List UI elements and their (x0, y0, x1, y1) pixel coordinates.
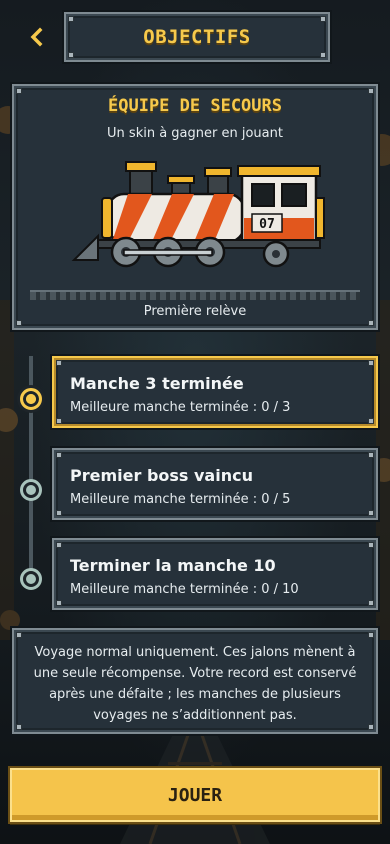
play-button-label: JOUER (167, 784, 223, 806)
milestone-title: Manche 3 terminée (70, 374, 244, 393)
milestone-node-3 (20, 568, 42, 590)
milestone-progress: Meilleure manche terminée : 0 / 5 (70, 492, 291, 507)
milestone-progress: Meilleure manche terminée : 0 / 3 (70, 400, 291, 415)
play-button[interactable]: JOUER (8, 766, 382, 824)
milestone-progress: Meilleure manche terminée : 0 / 10 (70, 582, 299, 597)
locomotive-number: 07 (259, 217, 275, 232)
title-plate: OBJECTIFS (62, 10, 332, 64)
reward-caption: Première relève (143, 304, 247, 319)
reward-subtitle: Un skin à gagner en jouant (107, 126, 283, 141)
page-title: OBJECTIFS (143, 26, 251, 48)
milestone-card-2[interactable]: Premier boss vaincu Meilleure manche ter… (50, 446, 380, 522)
info-panel: Voyage normal uniquement. Ces jalons mèn… (10, 626, 380, 736)
milestone-title: Premier boss vaincu (70, 466, 253, 485)
info-text: Voyage normal uniquement. Ces jalons mèn… (33, 645, 357, 723)
chevron-left-icon (30, 27, 43, 47)
milestone-node-1 (20, 388, 42, 410)
reward-title: ÉQUIPE DE SECOURS (108, 96, 282, 116)
milestone-node-2 (20, 479, 42, 501)
locomotive-skin-image: 07 (71, 161, 325, 268)
rail-divider (30, 290, 360, 300)
milestone-card-1[interactable]: Manche 3 terminée Meilleure manche termi… (50, 354, 380, 430)
milestone-title: Terminer la manche 10 (70, 556, 276, 575)
back-button[interactable] (22, 22, 52, 52)
reward-card: ÉQUIPE DE SECOURS Un skin à gagner en jo… (10, 82, 380, 332)
milestone-card-3[interactable]: Terminer la manche 10 Meilleure manche t… (50, 536, 380, 612)
